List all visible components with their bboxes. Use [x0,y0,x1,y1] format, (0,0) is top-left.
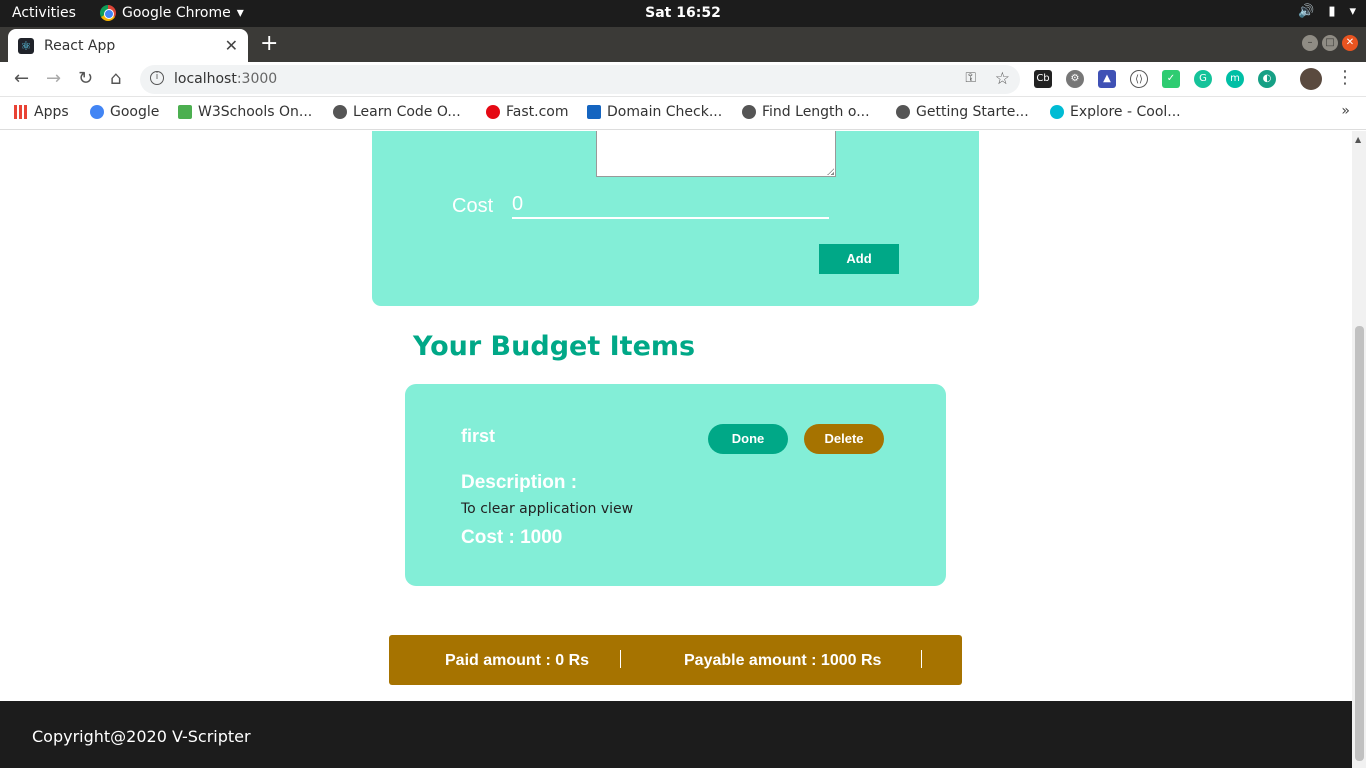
bookmark-apps[interactable]: Apps [14,104,69,120]
window-controls: – □ ✕ [1302,35,1358,51]
extension-gear-icon[interactable]: ⚙ [1066,70,1084,88]
bookmark-explore[interactable]: Explore - Cool... [1050,104,1181,120]
cost-label: Cost [452,195,494,217]
apps-grid-icon [14,105,28,119]
bookmark-learn-code[interactable]: Learn Code O... [333,104,461,120]
profile-avatar[interactable] [1300,68,1322,90]
done-button[interactable]: Done [708,424,788,454]
back-icon[interactable]: ← [14,68,29,89]
add-button[interactable]: Add [819,244,899,274]
tab-strip: ⚛ React App ✕ + – □ ✕ [0,27,1366,62]
bookmark-label: Google [110,104,160,120]
reload-icon[interactable]: ↻ [78,68,93,89]
maximize-icon[interactable]: □ [1322,35,1338,51]
payable-amount: Payable amount : 1000 Rs [684,652,882,669]
w3schools-icon [178,105,192,119]
bookmark-label: Apps [34,104,69,120]
bookmark-domain-check[interactable]: Domain Check... [587,104,722,120]
key-icon[interactable]: ⚿ [965,70,976,86]
bookmark-label: Getting Starte... [916,104,1029,120]
tab-react-app[interactable]: ⚛ React App ✕ [8,29,248,62]
description-text: To clear application view [461,501,634,517]
extension-user-icon[interactable]: ▲ [1098,70,1116,88]
fast-icon [486,105,500,119]
bookmark-label: Find Length o... [762,104,870,120]
description-textarea[interactable] [596,131,836,177]
bookmark-label: Fast.com [506,104,569,120]
item-cost: Cost : 1000 [461,527,563,548]
page-scrollbar[interactable]: ▲ [1352,131,1366,768]
bookmark-star-icon[interactable]: ☆ [995,69,1010,89]
extension-shield-icon[interactable]: ✓ [1162,70,1180,88]
scrollbar-thumb[interactable] [1355,326,1364,761]
budget-items-title: Your Budget Items [413,331,696,362]
volume-icon: 🔊 [1298,4,1315,19]
google-icon [90,105,104,119]
extension-cb-icon[interactable]: Cb [1034,70,1052,88]
fn-icon [587,105,601,119]
extension-leaf-icon[interactable]: ◐ [1258,70,1276,88]
forward-icon[interactable]: → [46,68,61,89]
page-viewport: Cost 0 Add Your Budget Items first Done … [0,131,1352,768]
globe-icon [896,105,910,119]
explore-icon [1050,105,1064,119]
menu-icon[interactable]: ⋮ [1336,67,1354,88]
bookmark-fast[interactable]: Fast.com [486,104,568,120]
clock[interactable]: Sat 16:52 [0,5,1366,21]
copyright-text: Copyright@2020 V-Scripter [32,727,251,746]
delete-button[interactable]: Delete [804,424,884,454]
close-tab-icon[interactable]: ✕ [225,36,238,55]
minimize-icon[interactable]: – [1302,35,1318,51]
globe-icon [742,105,756,119]
extension-code-icon[interactable]: ⟨⟩ [1130,70,1148,88]
paid-amount: Paid amount : 0 Rs [445,652,590,669]
summary-bar: Paid amount : 0 Rs Payable amount : 1000… [389,635,962,685]
bookmark-label: Explore - Cool... [1070,104,1181,120]
bookmarks-bar: Apps Google W3Schools On... Learn Code O… [0,97,1366,130]
bookmark-label: W3Schools On... [198,104,313,120]
extension-m-icon[interactable]: m [1226,70,1244,88]
react-icon: ⚛ [18,37,34,54]
budget-item-card: first Done Delete Description : To clear… [405,384,946,586]
divider [620,650,621,668]
url-text[interactable]: localhost:3000 [174,71,277,87]
more-bookmarks-icon[interactable]: » [1341,103,1350,119]
address-bar[interactable]: i localhost:3000 ⚿ ☆ [140,65,1020,94]
close-window-icon[interactable]: ✕ [1342,35,1358,51]
scroll-up-icon[interactable]: ▲ [1355,135,1361,144]
extension-grammarly-icon[interactable]: G [1194,70,1212,88]
system-tray[interactable]: 🔊 ▮ ▾ [1298,4,1356,19]
bookmark-label: Learn Code O... [353,104,461,120]
system-top-bar: Activities Google Chrome ▾ Sat 16:52 🔊 ▮… [0,0,1366,27]
bookmark-find-length[interactable]: Find Length o... [742,104,870,120]
browser-toolbar: ← → ↻ ⌂ i localhost:3000 ⚿ ☆ Cb ⚙ ▲ ⟨⟩ ✓… [0,62,1366,97]
caret-down-icon: ▾ [1349,4,1356,19]
bookmark-google[interactable]: Google [90,104,159,120]
cost-input[interactable]: 0 [512,191,829,219]
info-icon[interactable]: i [150,71,164,85]
add-item-form: Cost 0 Add [372,131,979,306]
globe-icon [333,105,347,119]
new-tab-button[interactable]: + [260,31,278,56]
url-port: :3000 [236,71,278,87]
url-host: localhost [174,71,237,87]
battery-icon: ▮ [1328,4,1336,19]
description-label: Description : [461,472,578,493]
item-name: first [461,426,496,446]
page-footer: Copyright@2020 V-Scripter [0,701,1352,768]
divider [921,650,922,668]
home-icon[interactable]: ⌂ [110,68,121,89]
bookmark-getting-started[interactable]: Getting Starte... [896,104,1029,120]
tab-title: React App [44,37,116,54]
bookmark-label: Domain Check... [607,104,723,120]
bookmark-w3schools[interactable]: W3Schools On... [178,104,312,120]
